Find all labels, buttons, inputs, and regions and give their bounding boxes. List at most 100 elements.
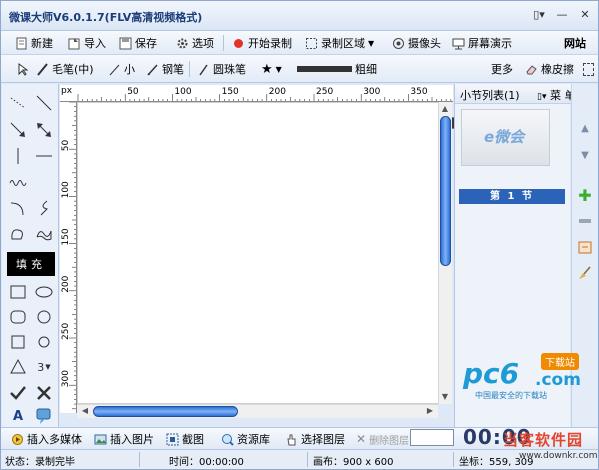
pc6-com-text: .com (535, 370, 581, 390)
brush-button[interactable]: 毛笔(中) (36, 59, 94, 79)
cross-mark-tool[interactable] (33, 383, 55, 403)
menu-button[interactable]: ▯▾ 菜 单 (537, 87, 575, 103)
select-layer-button[interactable]: 选择图层 (285, 429, 345, 449)
square-tool[interactable] (7, 332, 29, 352)
polygon-size-label: 3 (37, 360, 45, 374)
curve-tool[interactable] (33, 198, 55, 218)
vertical-ruler-ticks: 50100150200250300350 (61, 102, 76, 410)
record-area-icon (305, 37, 318, 50)
vertical-scrollbar[interactable]: ▲ ▼ (438, 102, 452, 404)
minimize-button[interactable]: — (554, 8, 570, 22)
wave-line-tool[interactable] (7, 172, 29, 192)
scroll-right-icon[interactable]: ▶ (424, 405, 436, 417)
import-button[interactable]: 导入 (68, 33, 106, 53)
ruler-tick-label: 350 (410, 87, 427, 97)
section-item-1[interactable]: 第 1 节 (459, 189, 565, 204)
section-thumbnail[interactable]: e微会 (461, 109, 550, 166)
arrow-up-icon: ▲ (581, 122, 589, 134)
dotted-line-tool[interactable] (7, 93, 29, 113)
scroll-left-icon[interactable]: ◀ (79, 405, 91, 417)
export-section-button[interactable] (577, 239, 593, 255)
arrow-tool[interactable] (7, 120, 29, 140)
pen-button[interactable]: 钢笔 (146, 59, 184, 79)
ruler-tick-label: 50 (61, 139, 71, 151)
delete-layer-button[interactable]: ✕ 删除图层 (356, 429, 409, 449)
remove-section-button[interactable] (577, 213, 593, 229)
screenshot-button[interactable]: 截图 (166, 429, 204, 449)
section-list-title: 小节列表(1) (460, 89, 520, 102)
main-toolbar: 新建 导入 保存 选项 开始录制 录制区域 ▼ 摄像头 屏幕演示 网站 (1, 31, 598, 55)
more-colors-button[interactable]: 更多 (491, 59, 513, 79)
eraser-button[interactable]: 橡皮擦 (525, 59, 574, 79)
drawing-canvas[interactable] (77, 102, 439, 404)
move-up-button[interactable]: ▲ (577, 120, 593, 136)
text-tool[interactable]: A (7, 406, 29, 426)
resource-library-button[interactable]: 资源库 (221, 429, 270, 449)
downkr-watermark: 当客软件园 www.downkr.com (503, 429, 598, 469)
screen-demo-label: 屏幕演示 (468, 37, 512, 50)
rounded-rect-tool[interactable] (7, 307, 29, 327)
camera-button[interactable]: 摄像头 (392, 33, 441, 53)
move-down-button[interactable]: ▼ (577, 147, 593, 163)
select-tool-button[interactable] (17, 59, 30, 79)
options-label: 选项 (192, 37, 214, 50)
ellipse-tool[interactable] (33, 282, 55, 302)
title-bar: 微课大师V6.0.1.7(FLV高清视频格式) ▯▾ — ✕ (1, 1, 598, 31)
polygon-size-dropdown[interactable]: 3 ▼ (33, 357, 55, 377)
triangle-tool[interactable] (7, 357, 29, 377)
fill-toggle-button[interactable]: 填充 (7, 252, 55, 276)
pc6-slogan: 中国最安全的下载站 (475, 391, 547, 400)
add-section-button[interactable]: ✚ (577, 186, 593, 205)
save-button[interactable]: 保存 (119, 33, 157, 53)
cursor-arrow-icon (17, 62, 30, 76)
new-label: 新建 (31, 37, 53, 50)
arc-tool[interactable] (7, 198, 29, 218)
status-time: 时间：00:00:00 (169, 457, 244, 468)
record-area-dropdown[interactable]: 录制区域 ▼ (305, 33, 374, 53)
downkr-url: www.downkr.com (519, 451, 598, 461)
horizontal-scrollbar[interactable]: ◀ ▶ (77, 404, 438, 418)
scroll-down-icon[interactable]: ▼ (439, 391, 451, 403)
small-circle-tool[interactable] (33, 332, 55, 352)
status-canvas-size: 画布：900 x 600 (313, 457, 394, 468)
overflow-button[interactable] (583, 59, 594, 79)
screen-demo-button[interactable]: 屏幕演示 (452, 33, 512, 53)
horizontal-line-tool[interactable] (33, 146, 55, 166)
canvas-area[interactable] (77, 102, 439, 404)
website-link[interactable]: 网站 (564, 33, 586, 53)
clean-section-button[interactable] (577, 265, 593, 281)
window-menu-button[interactable]: ▯▾ (531, 8, 547, 22)
vertical-scroll-thumb[interactable] (440, 116, 451, 266)
record-icon (232, 37, 245, 50)
thickness-bar-icon (297, 66, 352, 72)
insert-image-button[interactable]: 插入图片 (94, 429, 154, 449)
thickness-button[interactable]: 粗细 (297, 59, 377, 79)
insert-media-button[interactable]: 插入多媒体 (11, 429, 82, 449)
vertical-line-tool[interactable] (7, 146, 29, 166)
small-size-button[interactable]: 小 (108, 59, 135, 79)
eraser-label: 橡皮擦 (541, 63, 574, 76)
ballpoint-button[interactable]: 圆珠笔 (197, 59, 246, 79)
time-input[interactable] (410, 429, 454, 446)
check-mark-tool[interactable] (7, 383, 29, 403)
new-button[interactable]: 新建 (15, 33, 53, 53)
freeform-tool[interactable] (7, 224, 29, 244)
close-button[interactable]: ✕ (577, 8, 593, 22)
options-button[interactable]: 选项 (176, 33, 214, 53)
thickness-label: 粗细 (355, 63, 377, 76)
callout-tool[interactable] (33, 406, 55, 426)
scroll-up-icon[interactable]: ▲ (439, 103, 451, 115)
circle-tool[interactable] (33, 307, 55, 327)
horizontal-scroll-thumb[interactable] (93, 406, 238, 417)
star-shape-dropdown[interactable]: ★ ▼ (261, 59, 282, 79)
wavy-shape-tool[interactable] (33, 224, 55, 244)
line-tool[interactable] (33, 93, 55, 113)
rectangle-tool[interactable] (7, 282, 29, 302)
media-icon (11, 433, 24, 446)
double-arrow-tool[interactable] (33, 120, 55, 140)
start-record-button[interactable]: 开始录制 (232, 33, 292, 53)
eraser-icon (525, 63, 538, 76)
pc6-watermark: pc6 下载站 .com 中国最安全的下载站 (463, 353, 593, 403)
import-icon (68, 37, 81, 50)
ruler-tick-label: 50 (127, 87, 139, 97)
